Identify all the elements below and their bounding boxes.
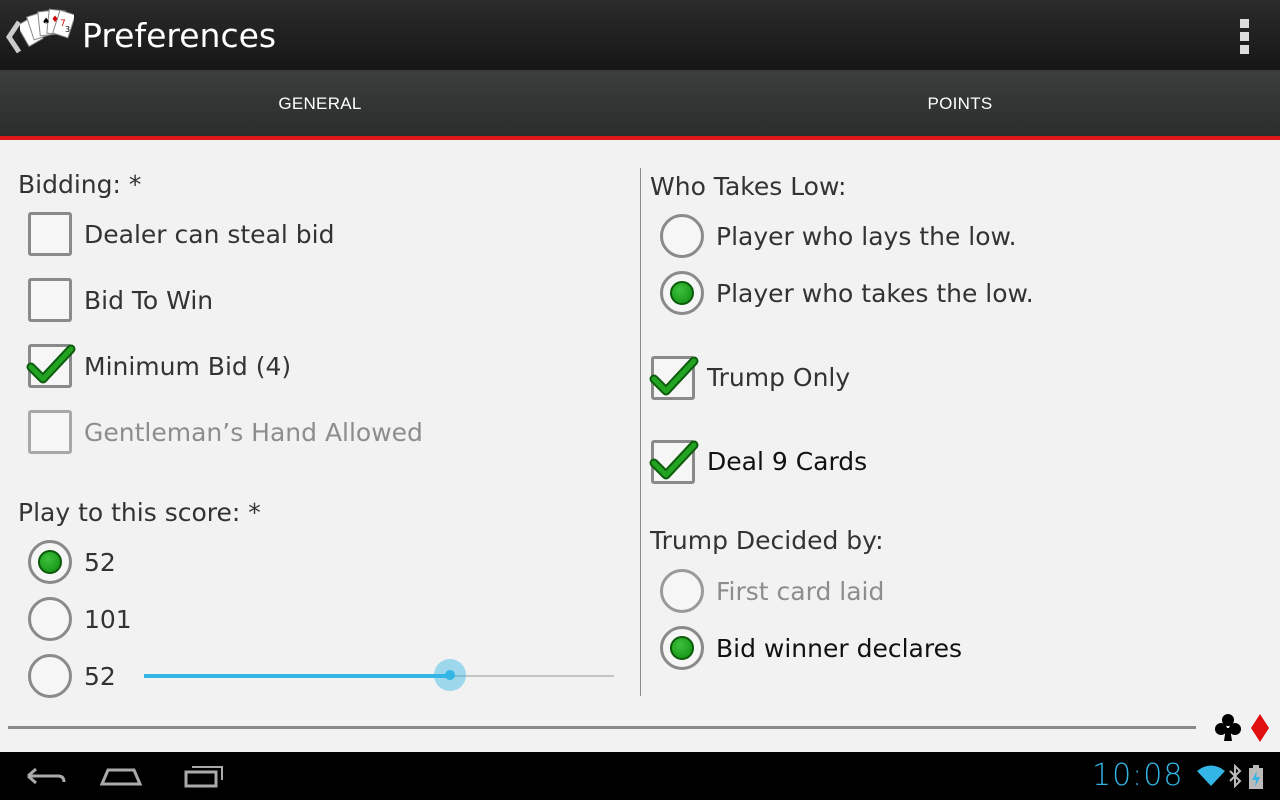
status-clock: 10:08	[1092, 758, 1184, 793]
preferences-content: Bidding: * Dealer can steal bid Bid To W…	[0, 144, 1280, 752]
checkmark-icon	[649, 440, 699, 480]
score-option-label: 52	[84, 662, 116, 691]
score-radio-52[interactable]	[28, 540, 72, 584]
trump-only-checkbox[interactable]	[649, 356, 699, 400]
column-divider	[640, 168, 641, 696]
score-slider[interactable]	[144, 659, 614, 691]
bottom-divider	[8, 726, 1196, 729]
score-option-label: 52	[84, 548, 116, 577]
dealer-steal-label: Dealer can steal bid	[84, 220, 335, 249]
back-icon[interactable]	[22, 760, 72, 792]
gentlemans-hand-label: Gentleman’s Hand Allowed	[84, 418, 423, 447]
overflow-menu-icon[interactable]	[1234, 16, 1254, 56]
tab-general[interactable]: GENERAL	[0, 72, 640, 136]
trump-option-label: Bid winner declares	[716, 634, 962, 663]
trump-option-label: First card laid	[716, 577, 885, 606]
score-option-label: 101	[84, 605, 132, 634]
gentlemans-hand-checkbox[interactable]	[28, 410, 72, 454]
svg-text:♦: ♦	[51, 15, 59, 25]
score-heading: Play to this score: *	[18, 498, 261, 527]
battery-charging-icon	[1249, 765, 1263, 789]
low-radio-takes[interactable]	[660, 271, 704, 315]
tab-points[interactable]: POINTS	[640, 72, 1280, 136]
recent-apps-icon[interactable]	[178, 760, 228, 792]
minimum-bid-label: Minimum Bid (4)	[84, 352, 292, 381]
wifi-icon	[1197, 765, 1225, 786]
playing-cards-icon[interactable]: 7 ♦ ♠ 3	[20, 6, 74, 52]
bid-to-win-label: Bid To Win	[84, 286, 214, 315]
trump-only-label: Trump Only	[707, 363, 851, 392]
deal-nine-checkbox[interactable]	[649, 440, 699, 484]
slider-fill	[144, 674, 450, 678]
trump-radio-first-card[interactable]	[660, 569, 704, 613]
who-takes-low-heading: Who Takes Low:	[650, 172, 847, 201]
low-option-label: Player who lays the low.	[716, 222, 1017, 251]
low-option-label: Player who takes the low.	[716, 279, 1034, 308]
tab-bar: GENERAL POINTS	[0, 72, 1280, 140]
deal-nine-label: Deal 9 Cards	[707, 447, 868, 476]
card-suits-icon	[1215, 714, 1269, 742]
bid-to-win-checkbox[interactable]	[28, 278, 72, 322]
slider-thumb[interactable]	[433, 659, 466, 691]
bluetooth-icon	[1229, 764, 1242, 788]
page-title: Preferences	[82, 16, 277, 55]
score-radio-101[interactable]	[28, 597, 72, 641]
checkmark-icon	[649, 356, 699, 396]
svg-text:3: 3	[65, 25, 70, 34]
svg-text:♠: ♠	[42, 17, 50, 27]
bidding-heading: Bidding: *	[18, 170, 142, 199]
dealer-steal-checkbox[interactable]	[28, 212, 72, 256]
checkmark-icon	[26, 344, 76, 384]
low-radio-lays[interactable]	[660, 214, 704, 258]
minimum-bid-checkbox[interactable]	[26, 344, 76, 388]
system-nav-bar: 10:08	[0, 752, 1280, 800]
trump-radio-bid-winner[interactable]	[660, 626, 704, 670]
home-icon[interactable]	[96, 760, 146, 792]
score-radio-custom[interactable]	[28, 654, 72, 698]
action-bar: 7 ♦ ♠ 3 Preferences	[0, 0, 1280, 72]
trump-decided-heading: Trump Decided by:	[650, 526, 884, 555]
